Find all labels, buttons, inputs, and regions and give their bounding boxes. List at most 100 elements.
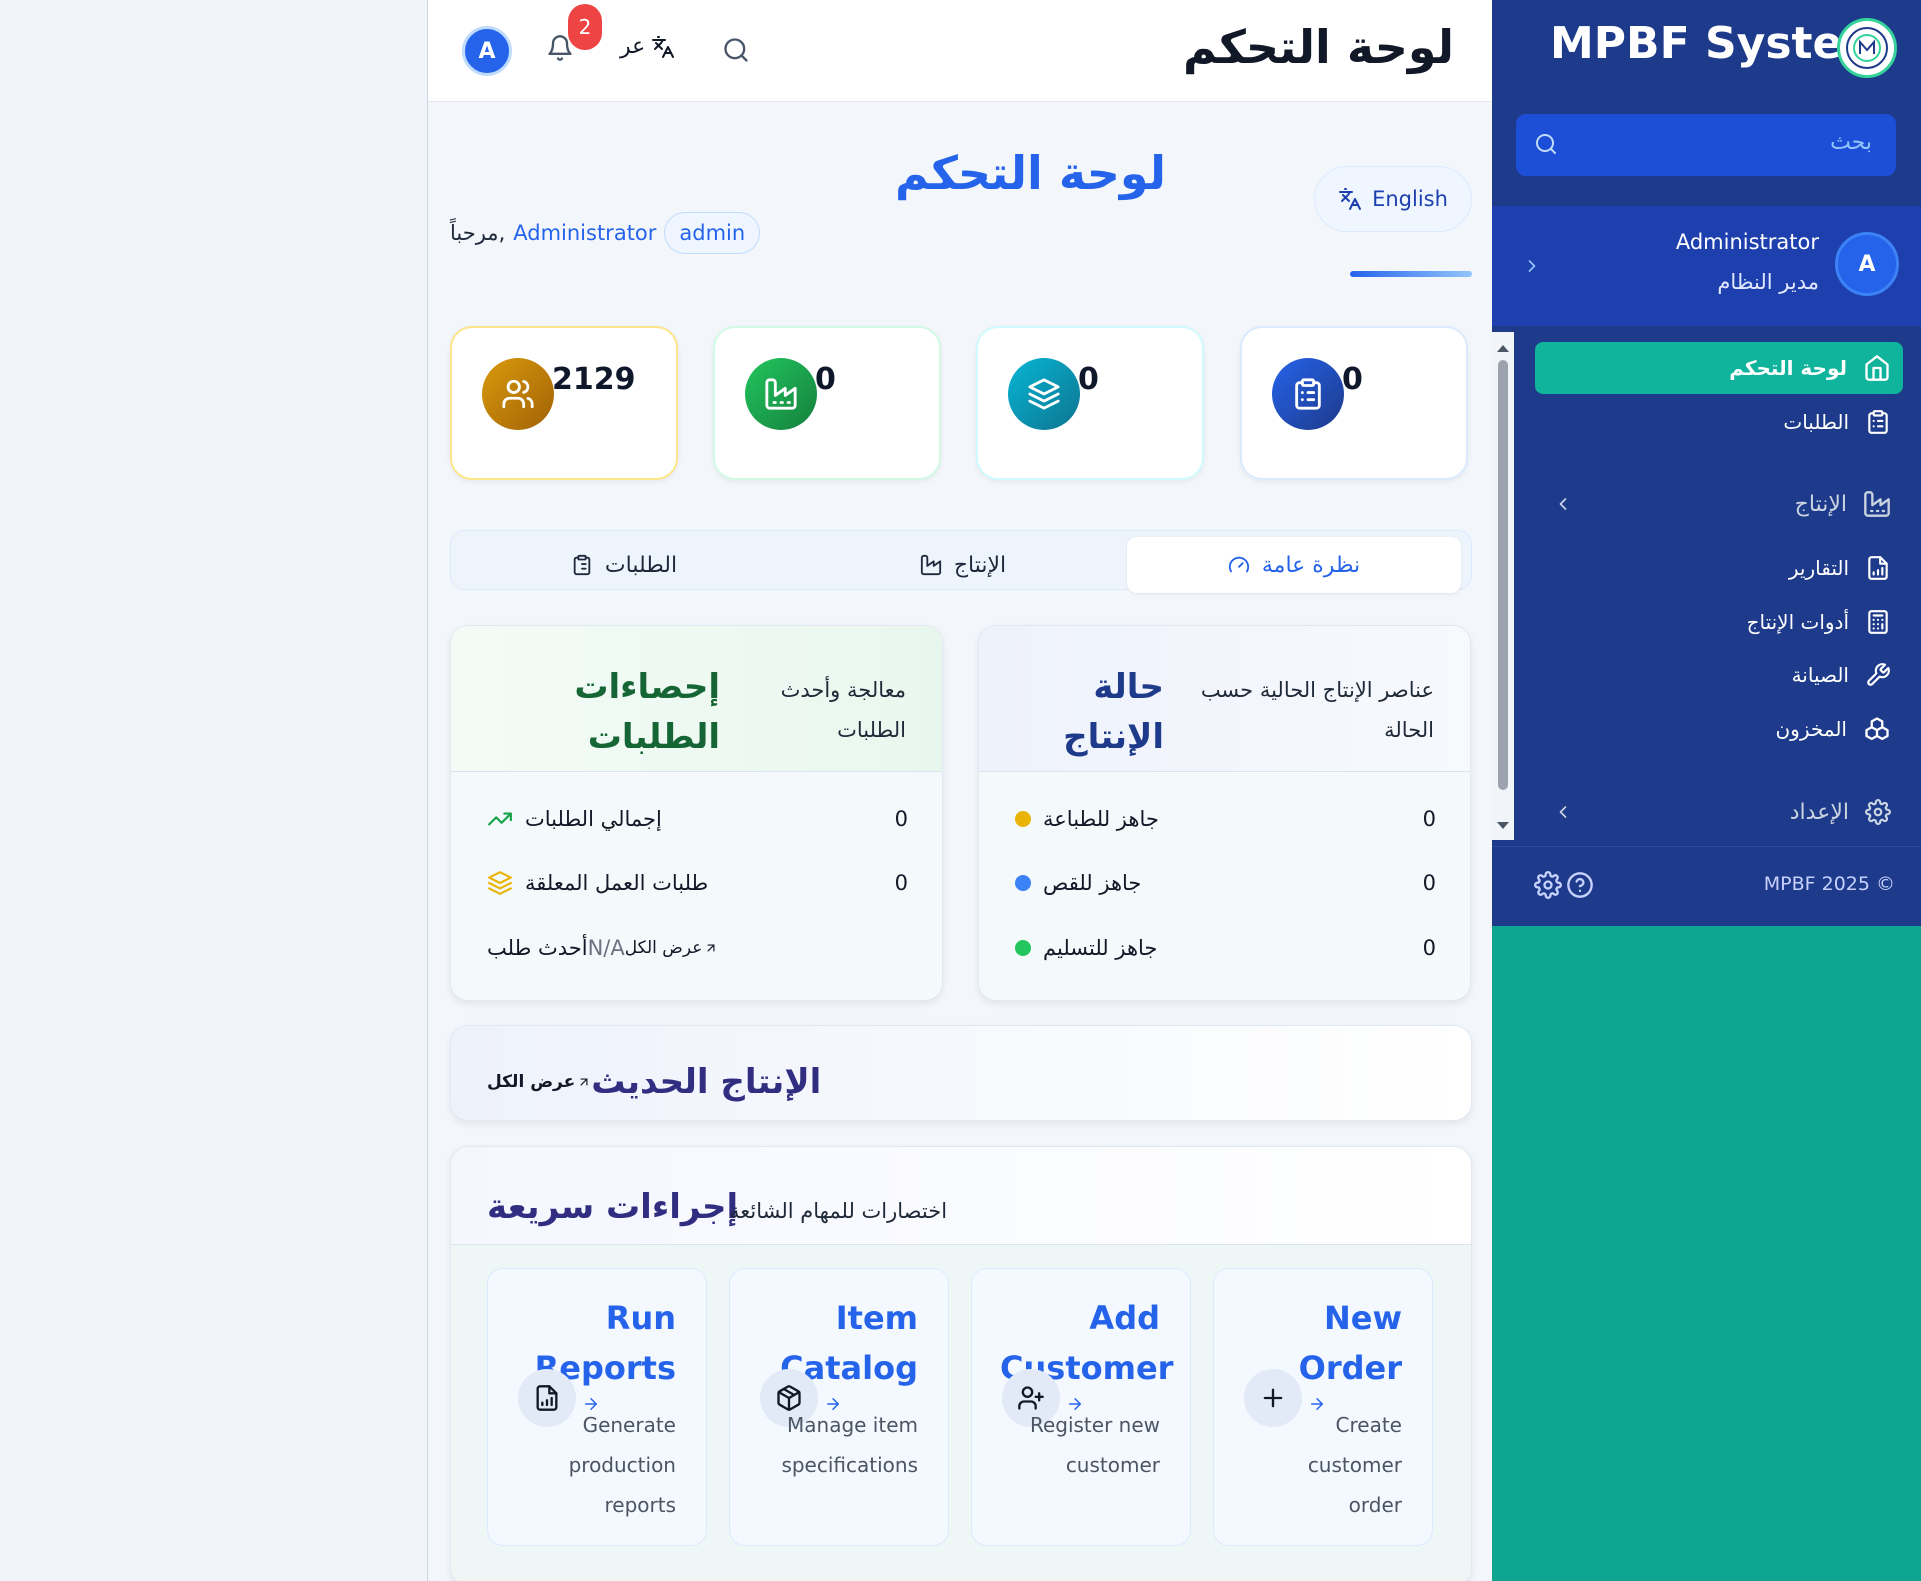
tab-overview[interactable]: نظرة عامة xyxy=(1127,537,1461,593)
view-all-production-link[interactable]: عرض الكل xyxy=(487,1072,591,1092)
sidebar-item-dashboard[interactable]: لوحة التحكم xyxy=(1535,342,1903,394)
sidebar-item-label: الطلبات xyxy=(1783,410,1849,434)
view-all-label: عرض الكل xyxy=(624,938,703,958)
arrow-up-right-icon xyxy=(580,1078,588,1086)
sidebar-search-input[interactable]: بحث xyxy=(1516,114,1896,176)
footer-icons xyxy=(1534,871,1594,899)
recent-production-header: الإنتاج الحديث عرض الكل xyxy=(487,1062,821,1102)
production-status-panel: حالة الإنتاج عناصر الإنتاج الحالية حسب ا… xyxy=(978,625,1471,1001)
search-placeholder: بحث xyxy=(1830,130,1872,155)
panel-title: حالة الإنتاج xyxy=(1063,667,1164,757)
sidebar-item-reports[interactable]: التقارير xyxy=(1535,542,1903,594)
sidebar-panel: MPBF System بحث A Administrator مدير الن… xyxy=(1492,0,1921,926)
sidebar-footer: MPBF 2025 © xyxy=(1492,846,1921,926)
recent-production-card: الإنتاج الحديث عرض الكل xyxy=(450,1025,1472,1121)
sidebar-group-production[interactable]: الإنتاج xyxy=(1535,478,1903,530)
welcome-prefix: مرحباً, xyxy=(450,221,506,245)
sidebar-item-inventory[interactable]: المخزون xyxy=(1535,703,1903,755)
sidebar: MPBF System بحث A Administrator مدير الن… xyxy=(1492,0,1921,1581)
panel-title: إحصاءات الطلبات xyxy=(574,667,720,757)
page-title: لوحة التحكم xyxy=(895,146,1166,200)
chevron-left-icon xyxy=(1553,802,1573,822)
english-button-label: English xyxy=(1372,187,1448,211)
user-avatar[interactable]: A xyxy=(462,26,512,76)
quick-action-new-order[interactable]: New Order Create customer order xyxy=(1213,1268,1433,1546)
layers-icon xyxy=(488,871,512,895)
english-language-button[interactable]: English xyxy=(1314,166,1472,232)
stat-row: طلبات العمل المعلقة 0 xyxy=(487,863,908,903)
row-label: جاهز للتسليم xyxy=(1043,936,1158,960)
scrollbar-thumb[interactable] xyxy=(1498,360,1508,790)
tab-orders[interactable]: الطلبات xyxy=(457,537,791,593)
panel-header: إحصاءات الطلبات معالجة وأحدث الطلبات xyxy=(451,626,942,772)
arrow-up-right-icon xyxy=(707,944,715,952)
sidebar-group-settings[interactable]: الإعداد xyxy=(1535,786,1903,838)
quick-action-item-catalog[interactable]: Item Catalog Manage item specifications xyxy=(729,1268,949,1546)
status-dot xyxy=(1015,811,1031,827)
stat-card-users[interactable]: 2129 xyxy=(450,326,678,480)
dashboard-tabs: الطلبات الإنتاج نظرة عامة xyxy=(450,530,1472,593)
sidebar-item-label: الإنتاج xyxy=(1794,491,1847,517)
sidebar-item-maintenance[interactable]: الصيانة xyxy=(1535,649,1903,701)
sidebar-item-label: المخزون xyxy=(1775,717,1847,741)
sidebar-item-label: لوحة التحكم xyxy=(1729,356,1847,380)
search-icon[interactable] xyxy=(722,36,750,64)
sidebar-user-profile[interactable]: A Administrator مدير النظام xyxy=(1492,206,1921,326)
sidebar-item-orders[interactable]: الطلبات xyxy=(1535,396,1903,448)
stat-card-orders[interactable]: 0 xyxy=(1240,326,1468,480)
quick-action-desc: Create customer order xyxy=(1307,1413,1402,1517)
quick-actions-header: إجراءات سريعة اختصارات للمهام الشائعة xyxy=(451,1147,1471,1245)
sidebar-item-label: الإعداد xyxy=(1789,799,1849,825)
status-row: جاهز للتسليم 0 xyxy=(1015,928,1436,968)
quick-action-run-reports[interactable]: Run Reports Generate production reports xyxy=(487,1268,707,1546)
sidebar-user-name: Administrator xyxy=(1675,230,1819,254)
notification-count-badge: 2 xyxy=(568,4,602,50)
clipboard-icon xyxy=(1868,410,1888,434)
row-label: طلبات العمل المعلقة xyxy=(525,871,709,895)
clipboard-icon xyxy=(1272,358,1344,430)
stat-value: 0 xyxy=(815,362,836,397)
panel-subtitle: عناصر الإنتاج الحالية حسب الحالة xyxy=(1200,678,1434,742)
factory-icon xyxy=(920,554,941,576)
quick-action-desc: Register new customer xyxy=(1029,1413,1160,1477)
quick-action-desc: Generate production reports xyxy=(568,1413,676,1517)
latest-order-value: N/A xyxy=(587,936,625,960)
search-icon xyxy=(1534,132,1558,156)
sidebar-nav: لوحة التحكم الطلبات الإنتاج التقارير أدو… xyxy=(1492,332,1921,840)
view-all-orders-link[interactable]: عرض الكل xyxy=(625,938,719,958)
stat-row: إجمالي الطلبات 0 xyxy=(487,799,908,839)
tab-label: الإنتاج xyxy=(953,552,1007,578)
sidebar-item-production-tools[interactable]: أدوات الإنتاج xyxy=(1535,596,1903,648)
top-bar: لوحة التحكم A 2 عر xyxy=(428,0,1492,102)
layers-icon xyxy=(1008,358,1080,430)
row-label: جاهز للطباعة xyxy=(1043,807,1159,831)
language-label: عر xyxy=(620,34,646,59)
scroll-down-arrow-icon xyxy=(1497,822,1509,829)
chevron-right-icon xyxy=(1522,256,1542,276)
language-switch-button[interactable]: عر xyxy=(620,34,675,59)
stat-card-layers[interactable]: 0 xyxy=(976,326,1204,480)
tab-label: الطلبات xyxy=(604,552,678,578)
translate-icon xyxy=(1339,188,1362,210)
row-value: 0 xyxy=(894,871,908,895)
users-icon xyxy=(482,358,554,430)
sidebar-scrollbar[interactable] xyxy=(1492,332,1514,840)
stat-card-production[interactable]: 0 xyxy=(713,326,941,480)
panel-header: حالة الإنتاج عناصر الإنتاج الحالية حسب ا… xyxy=(979,626,1470,772)
row-label: إجمالي الطلبات xyxy=(525,807,662,831)
tab-label: نظرة عامة xyxy=(1261,552,1361,578)
row-value: 0 xyxy=(1422,871,1436,895)
status-dot xyxy=(1015,940,1031,956)
latest-order-row: أحدث طلب N/A عرض الكل xyxy=(487,928,908,968)
role-badge: admin xyxy=(664,212,761,254)
row-value: 0 xyxy=(1422,807,1436,831)
company-logo xyxy=(1837,18,1897,78)
tab-production[interactable]: الإنتاج xyxy=(796,537,1130,593)
view-all-label: عرض الكل xyxy=(487,1072,576,1092)
quick-action-add-customer[interactable]: Add Customer Register new customer xyxy=(971,1268,1191,1546)
blank-left-pane xyxy=(0,0,428,1581)
scroll-up-arrow-icon xyxy=(1497,345,1509,352)
gauge-icon xyxy=(1228,556,1249,573)
settings-icon xyxy=(1534,871,1562,899)
trending-up-icon xyxy=(488,812,512,826)
